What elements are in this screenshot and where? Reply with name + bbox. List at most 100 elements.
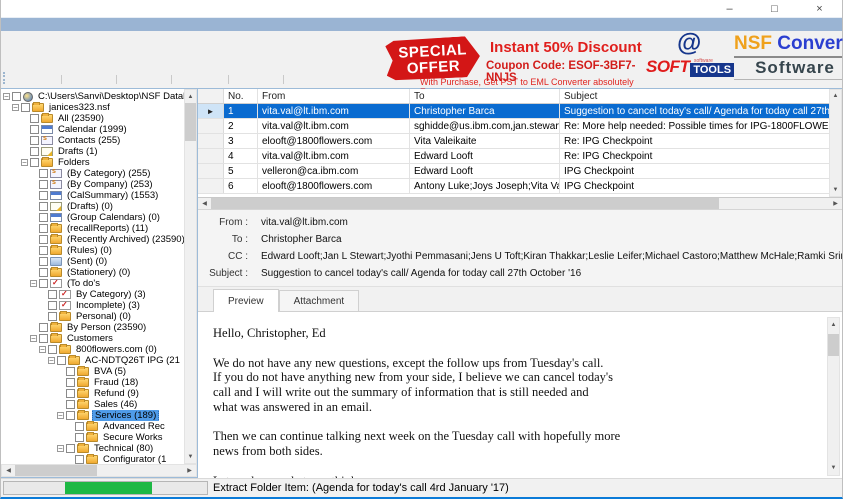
table-vertical-scrollbar[interactable]: ▲ ▼ xyxy=(829,89,842,197)
checkbox[interactable] xyxy=(75,422,84,431)
tree-item[interactable]: – (recallReports) (11) xyxy=(1,223,184,234)
tree-item[interactable]: – C:\Users\Sanvi\Desktop\NSF Database xyxy=(1,91,184,102)
column-header-no[interactable]: No. xyxy=(224,89,258,103)
scroll-up-icon[interactable]: ▲ xyxy=(185,90,196,103)
checkbox[interactable] xyxy=(75,455,84,464)
column-header-from[interactable]: From xyxy=(258,89,410,103)
expander-icon[interactable]: – xyxy=(57,412,64,419)
scroll-down-icon[interactable]: ▼ xyxy=(828,461,839,475)
checkbox[interactable] xyxy=(21,103,30,112)
checkbox[interactable] xyxy=(39,202,48,211)
scrollbar-thumb[interactable] xyxy=(15,465,97,476)
row-selector[interactable] xyxy=(198,149,224,163)
checkbox[interactable] xyxy=(39,213,48,222)
expander-icon[interactable]: – xyxy=(30,280,37,287)
checkbox[interactable] xyxy=(30,158,39,167)
checkbox[interactable] xyxy=(39,279,48,288)
row-selector[interactable] xyxy=(198,179,224,193)
checkbox[interactable] xyxy=(66,411,75,420)
preview-vertical-scrollbar[interactable]: ▲ ▼ xyxy=(827,317,840,476)
tree-item[interactable]: – Personal) (0) xyxy=(1,311,184,322)
tree-item[interactable]: – janices323.nsf xyxy=(1,102,184,113)
row-selector[interactable] xyxy=(198,119,224,133)
tree-item[interactable]: – Configurator (1 xyxy=(1,454,184,464)
tree-item[interactable]: – Customers xyxy=(1,333,184,344)
checkbox[interactable] xyxy=(39,323,48,332)
tree-item[interactable]: – (Rules) (0) xyxy=(1,245,184,256)
checkbox[interactable] xyxy=(39,257,48,266)
expander-icon[interactable]: – xyxy=(39,346,46,353)
scrollbar-thumb[interactable] xyxy=(211,198,719,209)
row-selector[interactable]: ► xyxy=(198,104,224,118)
checkbox[interactable] xyxy=(57,356,66,365)
mail-row[interactable]: 2 vita.val@lt.ibm.com sghidde@us.ibm.com… xyxy=(198,119,829,134)
tree-item[interactable]: – Technical (80) xyxy=(1,443,184,454)
checkbox[interactable] xyxy=(48,301,57,310)
scroll-up-icon[interactable]: ▲ xyxy=(830,90,841,102)
tree-item[interactable]: – (Sent) (0) xyxy=(1,256,184,267)
tree-vertical-scrollbar[interactable]: ▲ ▼ xyxy=(184,89,197,464)
checkbox[interactable] xyxy=(30,125,39,134)
scrollbar-thumb[interactable] xyxy=(185,103,196,141)
checkbox[interactable] xyxy=(39,246,48,255)
mail-row[interactable]: 6 elooft@1800flowers.com Antony Luke;Joy… xyxy=(198,179,829,194)
maximize-button[interactable]: □ xyxy=(752,0,797,17)
tree-item[interactable]: – Secure Works xyxy=(1,432,184,443)
expander-icon[interactable]: – xyxy=(3,93,10,100)
close-button[interactable]: × xyxy=(797,0,842,17)
checkbox[interactable] xyxy=(39,235,48,244)
row-selector[interactable] xyxy=(198,134,224,148)
checkbox[interactable] xyxy=(66,389,75,398)
checkbox[interactable] xyxy=(48,345,57,354)
row-selector[interactable] xyxy=(198,164,224,178)
expander-icon[interactable]: – xyxy=(30,335,37,342)
scroll-up-icon[interactable]: ▲ xyxy=(828,318,839,332)
mail-row[interactable]: ► 1 vita.val@lt.ibm.com Christopher Barc… xyxy=(198,104,829,119)
checkbox[interactable] xyxy=(66,378,75,387)
mail-row[interactable]: 4 vita.val@lt.ibm.com Edward Looft Re: I… xyxy=(198,149,829,164)
scroll-left-icon[interactable]: ◀ xyxy=(198,198,211,209)
tree-item[interactable]: – (By Company) (253) xyxy=(1,179,184,190)
checkbox[interactable] xyxy=(30,136,39,145)
checkbox[interactable] xyxy=(39,224,48,233)
column-header-to[interactable]: To xyxy=(410,89,560,103)
tree-item[interactable]: – Drafts (1) xyxy=(1,146,184,157)
tree-item[interactable]: – Sales (46) xyxy=(1,399,184,410)
scroll-left-icon[interactable]: ◀ xyxy=(2,465,15,476)
tree-item[interactable]: – By Category) (3) xyxy=(1,289,184,300)
table-horizontal-scrollbar[interactable]: ◀ ▶ xyxy=(198,198,842,210)
tree-item[interactable]: – Calendar (1999) xyxy=(1,124,184,135)
checkbox[interactable] xyxy=(30,147,39,156)
expander-icon[interactable]: – xyxy=(57,445,64,452)
tree-item[interactable]: – Advanced Rec xyxy=(1,421,184,432)
checkbox[interactable] xyxy=(39,268,48,277)
tree-item[interactable]: – Services (189) xyxy=(1,410,184,421)
minimize-button[interactable]: – xyxy=(707,0,752,17)
scrollbar-thumb[interactable] xyxy=(828,334,839,356)
scroll-down-icon[interactable]: ▼ xyxy=(185,450,196,463)
tree-item[interactable]: – Contacts (255) xyxy=(1,135,184,146)
checkbox[interactable] xyxy=(48,312,57,321)
tab-attachment[interactable]: Attachment xyxy=(278,290,360,311)
tree-item[interactable]: – Fraud (18) xyxy=(1,377,184,388)
checkbox[interactable] xyxy=(66,400,75,409)
tree-item[interactable]: – (By Category) (255) xyxy=(1,168,184,179)
checkbox[interactable] xyxy=(12,92,21,101)
column-header-subject[interactable]: Subject xyxy=(560,89,829,103)
checkbox[interactable] xyxy=(30,114,39,123)
tree-item[interactable]: – (CalSummary) (1553) xyxy=(1,190,184,201)
expander-icon[interactable]: – xyxy=(21,159,28,166)
mail-row[interactable]: 3 elooft@1800flowers.com Vita Valeikaite… xyxy=(198,134,829,149)
checkbox[interactable] xyxy=(66,444,75,453)
tab-preview[interactable]: Preview xyxy=(213,289,279,312)
tree-item[interactable]: – By Person (23590) xyxy=(1,322,184,333)
tree-item[interactable]: – (Stationery) (0) xyxy=(1,267,184,278)
checkbox[interactable] xyxy=(48,290,57,299)
scroll-right-icon[interactable]: ▶ xyxy=(183,465,196,476)
tree-item[interactable]: – All (23590) xyxy=(1,113,184,124)
tree-item[interactable]: – (Group Calendars) (0) xyxy=(1,212,184,223)
checkbox[interactable] xyxy=(75,433,84,442)
tree-horizontal-scrollbar[interactable]: ◀ ▶ xyxy=(1,464,197,477)
tree-item[interactable]: – Folders xyxy=(1,157,184,168)
scroll-right-icon[interactable]: ▶ xyxy=(829,198,842,209)
